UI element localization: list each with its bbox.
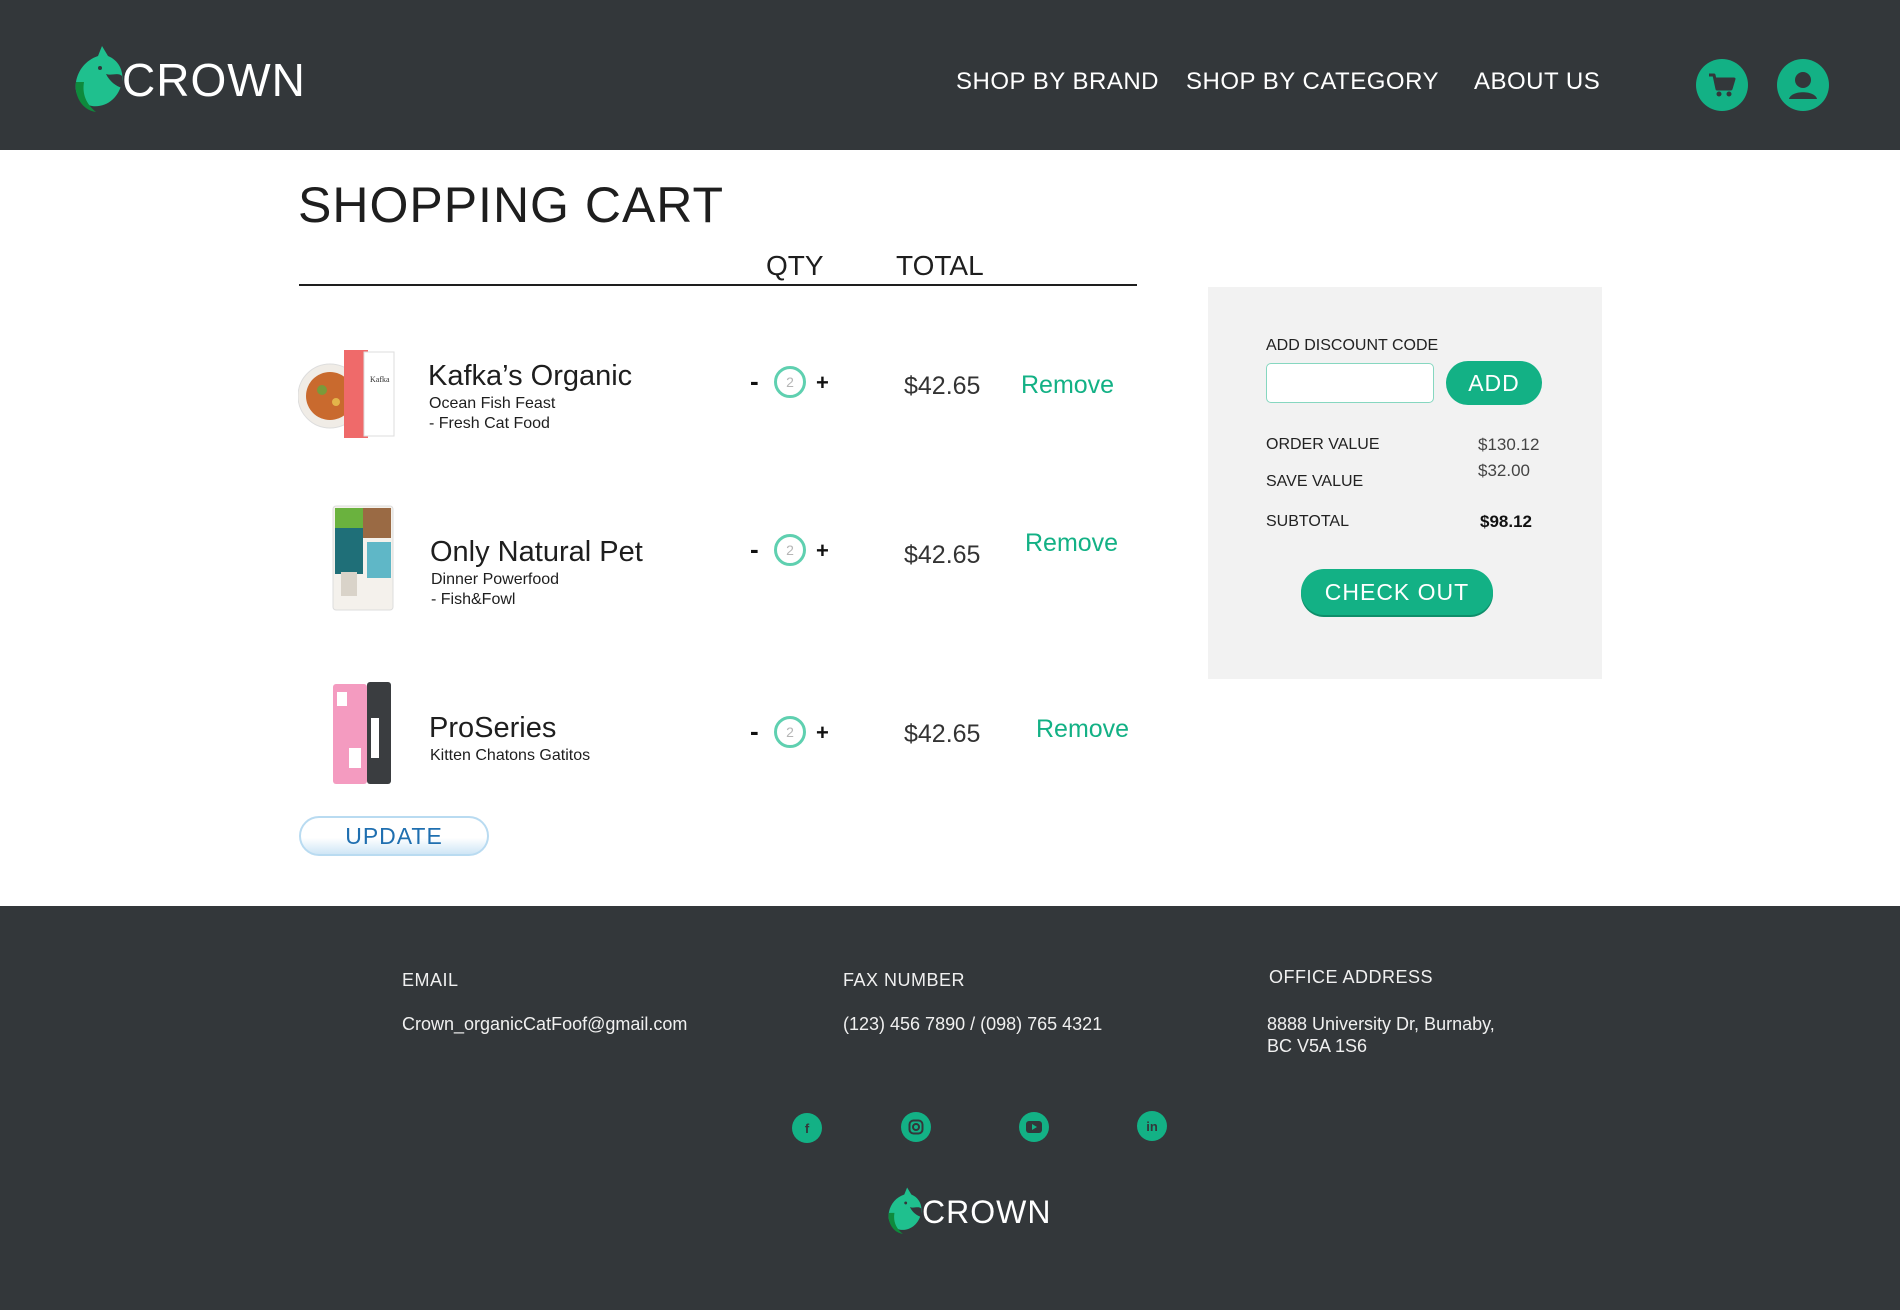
email-value[interactable]: Crown_organicCatFoof@gmail.com <box>402 1013 687 1035</box>
cart-item: Only Natural Pet Dinner Powerfood - Fish… <box>0 500 1180 620</box>
fax-value: (123) 456 7890 / (098) 765 4321 <box>843 1014 1103 1034</box>
subtotal-value: $98.12 <box>1480 512 1532 531</box>
item-total: $42.65 <box>904 372 981 400</box>
update-cart-button[interactable]: UPDATE <box>299 816 489 856</box>
order-value-label: ORDER VALUE <box>1266 436 1380 453</box>
qty-increase-button[interactable]: + <box>816 538 829 564</box>
remove-item-button[interactable]: Remove <box>1021 371 1114 400</box>
youtube-link[interactable] <box>1019 1112 1049 1142</box>
fax-label: FAX NUMBER <box>843 970 966 990</box>
nav-shop-by-brand[interactable]: SHOP BY BRAND <box>956 68 1159 96</box>
qty-input[interactable]: 2 <box>774 716 806 748</box>
total-column-header: TOTAL <box>896 250 984 281</box>
order-summary-panel: ADD DISCOUNT CODE ADD ORDER VALUE $130.1… <box>1208 287 1602 679</box>
office-address-line1: 8888 University Dr, Burnaby, <box>1267 1014 1495 1034</box>
product-image <box>333 682 391 784</box>
footer-logo-wordmark: CROWN <box>922 1193 1052 1230</box>
remove-item-button[interactable]: Remove <box>1036 715 1129 744</box>
qty-input[interactable]: 2 <box>774 534 806 566</box>
subtotal-label: SUBTOTAL <box>1266 513 1349 530</box>
page-title: SHOPPING CART <box>298 177 725 233</box>
office-address-line2: BC V5A 1S6 <box>1267 1036 1368 1056</box>
qty-increase-button[interactable]: + <box>816 720 829 746</box>
facebook-link[interactable]: f <box>792 1113 822 1143</box>
item-description: Dinner Powerfood <box>431 571 560 588</box>
instagram-link[interactable] <box>901 1112 931 1142</box>
qty-decrease-button[interactable]: - <box>750 534 759 565</box>
item-description: - Fish&Fowl <box>431 591 516 608</box>
cart-button[interactable] <box>1696 59 1748 111</box>
user-icon <box>1789 72 1817 99</box>
header-logo[interactable]: CROWN <box>72 42 306 114</box>
email-label: EMAIL <box>402 970 459 990</box>
qty-decrease-button[interactable]: - <box>750 366 759 397</box>
item-description: Kitten Chatons Gatitos <box>430 747 591 764</box>
product-image: Kafka <box>298 350 395 438</box>
qty-input[interactable]: 2 <box>774 366 806 398</box>
qty-decrease-button[interactable]: - <box>750 716 759 747</box>
svg-text:Kafka: Kafka <box>370 375 390 384</box>
instagram-icon <box>908 1119 924 1135</box>
item-description: Ocean Fish Feast <box>429 395 556 412</box>
nav-shop-by-category[interactable]: SHOP BY CATEGORY <box>1186 68 1439 96</box>
discount-code-input[interactable] <box>1266 363 1434 403</box>
item-name: ProSeries <box>429 712 557 744</box>
cat-logo-icon <box>75 46 123 112</box>
add-discount-button[interactable]: ADD <box>1446 361 1542 405</box>
checkout-button[interactable]: CHECK OUT <box>1301 569 1493 615</box>
footer-logo[interactable]: CROWN <box>886 1184 1051 1236</box>
item-name: Only Natural Pet <box>430 536 643 568</box>
logo-wordmark: CROWN <box>122 54 306 106</box>
linkedin-link[interactable]: in <box>1137 1111 1167 1141</box>
site-header: CROWN SHOP BY BRAND SHOP BY CATEGORY ABO… <box>0 0 1900 150</box>
linkedin-icon: in <box>1146 1118 1158 1134</box>
save-value: $32.00 <box>1478 461 1530 480</box>
qty-increase-button[interactable]: + <box>816 370 829 396</box>
item-total: $42.65 <box>904 541 981 569</box>
header-divider <box>299 284 1137 286</box>
cat-logo-icon <box>888 1187 922 1234</box>
product-image <box>332 505 394 611</box>
site-footer: EMAIL Crown_organicCatFoof@gmail.com FAX… <box>0 906 1900 1310</box>
cart-icon <box>1709 73 1736 97</box>
item-total: $42.65 <box>904 720 981 748</box>
office-address-label: OFFICE ADDRESS <box>1269 967 1434 987</box>
nav-about-us[interactable]: ABOUT US <box>1474 68 1600 96</box>
item-description: - Fresh Cat Food <box>429 415 550 432</box>
order-value: $130.12 <box>1478 435 1540 454</box>
facebook-icon: f <box>804 1120 810 1136</box>
save-value-label: SAVE VALUE <box>1266 473 1364 490</box>
cart-item: Kafka Kafka’s Organic Ocean Fish Feast -… <box>0 336 1180 456</box>
cart-item: ProSeries Kitten Chatons Gatitos - 2 + $… <box>0 676 1180 796</box>
youtube-icon <box>1026 1121 1042 1133</box>
remove-item-button[interactable]: Remove <box>1025 529 1118 558</box>
item-name: Kafka’s Organic <box>428 360 633 392</box>
discount-code-label: ADD DISCOUNT CODE <box>1266 337 1439 354</box>
qty-column-header: QTY <box>766 250 824 281</box>
account-button[interactable] <box>1777 59 1829 111</box>
